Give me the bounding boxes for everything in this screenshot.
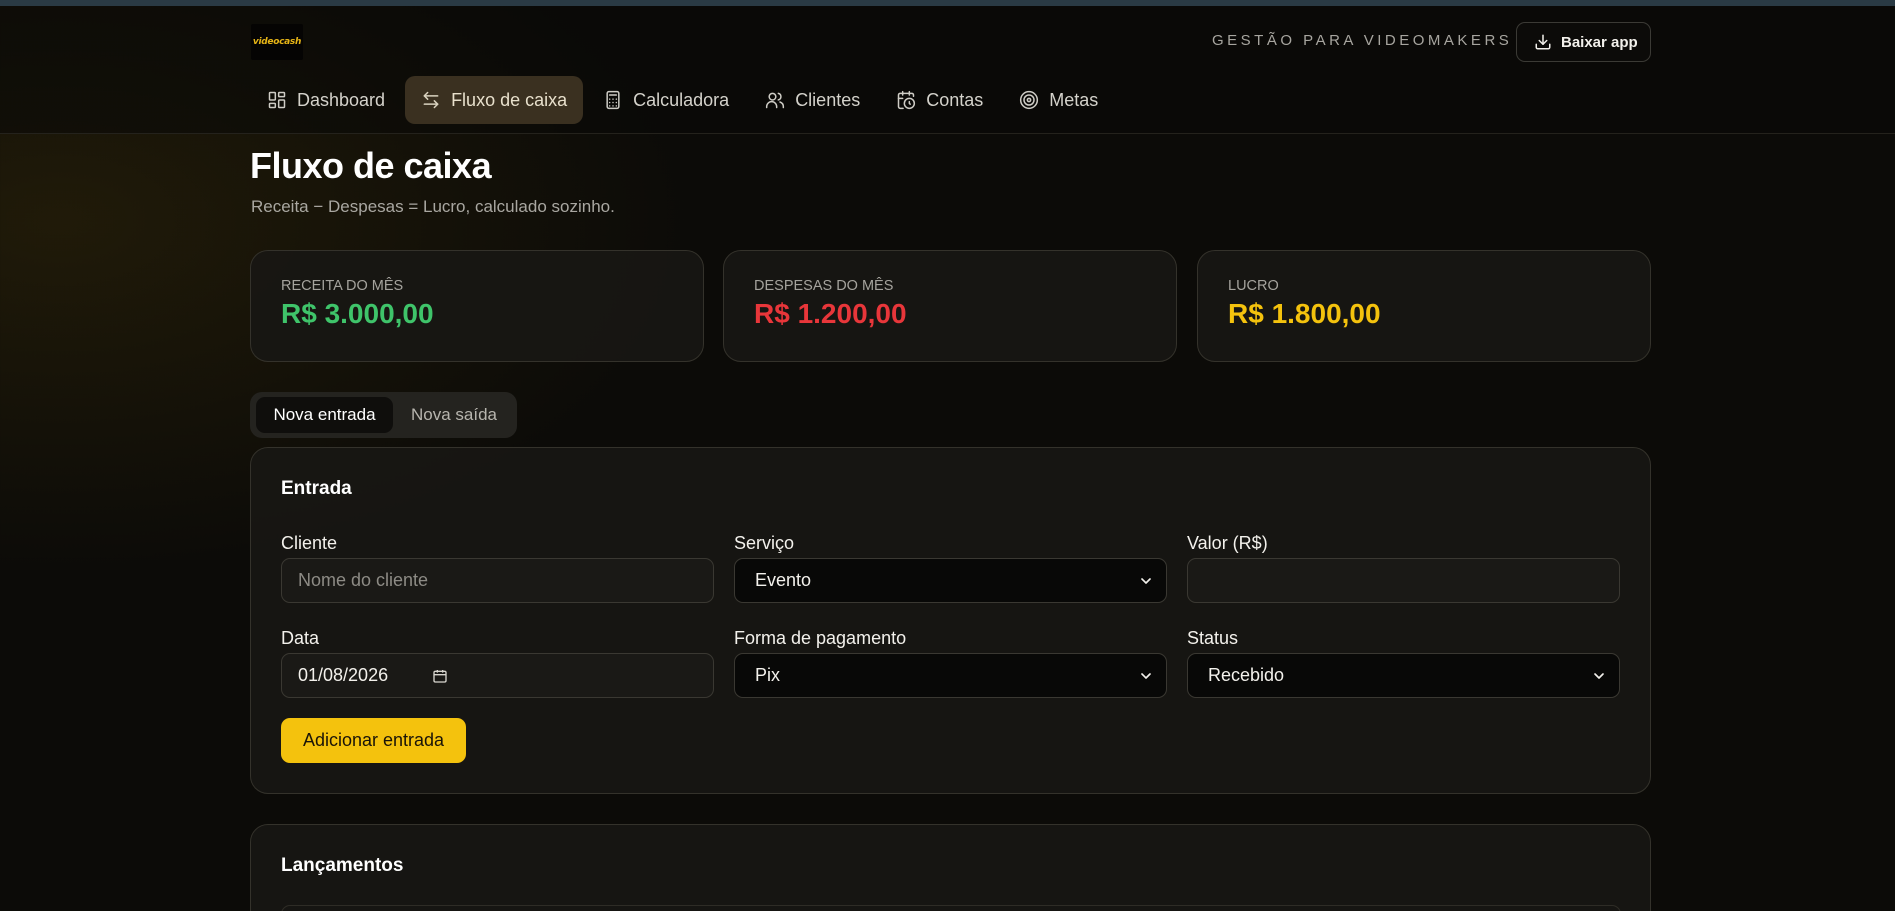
amount-label: Valor (R$) [1187, 533, 1268, 553]
nav-item-fluxo-de-caixa[interactable]: Fluxo de caixa [405, 76, 584, 124]
profit-label: LUCRO [1228, 278, 1279, 294]
chevron-down-icon [1141, 578, 1151, 584]
status-select[interactable]: Recebido [1187, 653, 1620, 698]
main-nav: Dashboard Fluxo de caixa Calculadora Cli… [251, 76, 1118, 124]
add-entry-button[interactable]: Adicionar entrada [281, 718, 466, 763]
tab-nova-saida[interactable]: Nova saída [396, 397, 512, 433]
nav-item-calculadora[interactable]: Calculadora [587, 76, 745, 124]
nav-label: Contas [926, 89, 984, 110]
app-header: videocash GESTÃO PARA VIDEOMAKERS Baixar… [0, 6, 1895, 134]
nav-label: Calculadora [633, 89, 730, 110]
profit-value: R$ 1.800,00 [1228, 298, 1381, 329]
status-value: Recebido [1208, 665, 1285, 685]
nav-label: Clientes [795, 89, 861, 110]
entries-title: Lançamentos [281, 855, 404, 876]
download-app-button[interactable]: Baixar app [1516, 22, 1651, 62]
client-label: Cliente [281, 533, 338, 553]
date-input[interactable]: 01/08/2026 [281, 653, 714, 698]
calendar-icon[interactable] [432, 668, 448, 684]
chevron-down-icon [1141, 673, 1151, 679]
page-title: Fluxo de caixa [250, 145, 492, 186]
target-icon [1020, 90, 1039, 110]
logo-text: videocash [252, 37, 302, 47]
service-select[interactable]: Evento [734, 558, 1167, 603]
payment-label: Forma de pagamento [734, 628, 907, 648]
nav-item-metas[interactable]: Metas [1003, 76, 1114, 124]
payment-value: Pix [755, 665, 781, 685]
app-logo[interactable]: videocash [251, 24, 303, 60]
nav-label: Dashboard [297, 89, 386, 110]
revenue-value: R$ 3.000,00 [281, 298, 434, 329]
nav-label: Metas [1049, 89, 1099, 110]
users-icon [766, 92, 785, 109]
entries-list [281, 905, 1621, 911]
expenses-card: DESPESAS DO MÊS R$ 1.200,00 [723, 250, 1177, 362]
expenses-label: DESPESAS DO MÊS [754, 278, 894, 294]
nav-label: Fluxo de caixa [451, 89, 568, 110]
service-label: Serviço [734, 533, 795, 553]
status-label: Status [1187, 628, 1239, 648]
calculator-icon [606, 90, 620, 110]
page-subtitle: Receita − Despesas = Lucro, calculado so… [251, 197, 615, 216]
app-tagline: GESTÃO PARA VIDEOMAKERS [1212, 32, 1513, 49]
nav-item-clientes[interactable]: Clientes [749, 76, 876, 124]
arrows-exchange-icon [423, 91, 439, 109]
expenses-value: R$ 1.200,00 [754, 298, 907, 329]
download-app-label: Baixar app [1561, 33, 1638, 51]
tab-nova-entrada[interactable]: Nova entrada [256, 397, 393, 433]
revenue-label: RECEITA DO MÊS [281, 278, 404, 294]
nav-item-dashboard[interactable]: Dashboard [251, 76, 401, 124]
calendar-clock-icon [897, 90, 916, 110]
dashboard-icon [268, 91, 286, 109]
entry-type-toggle: Nova entrada Nova saída [250, 392, 517, 438]
date-value: 01/08/2026 [298, 665, 389, 685]
nav-item-contas[interactable]: Contas [880, 76, 999, 124]
payment-select[interactable]: Pix [734, 653, 1167, 698]
entry-form-panel: Entrada Cliente Nome do cliente Serviço … [250, 447, 1651, 794]
chevron-down-icon [1594, 673, 1604, 679]
client-input[interactable]: Nome do cliente [281, 558, 714, 603]
form-title: Entrada [281, 478, 352, 499]
amount-input[interactable] [1187, 558, 1620, 603]
download-icon [1535, 34, 1551, 50]
date-label: Data [281, 628, 320, 648]
revenue-card: RECEITA DO MÊS R$ 3.000,00 [250, 250, 704, 362]
profit-card: LUCRO R$ 1.800,00 [1197, 250, 1651, 362]
entries-panel: Lançamentos [250, 824, 1651, 911]
service-value: Evento [755, 570, 812, 590]
